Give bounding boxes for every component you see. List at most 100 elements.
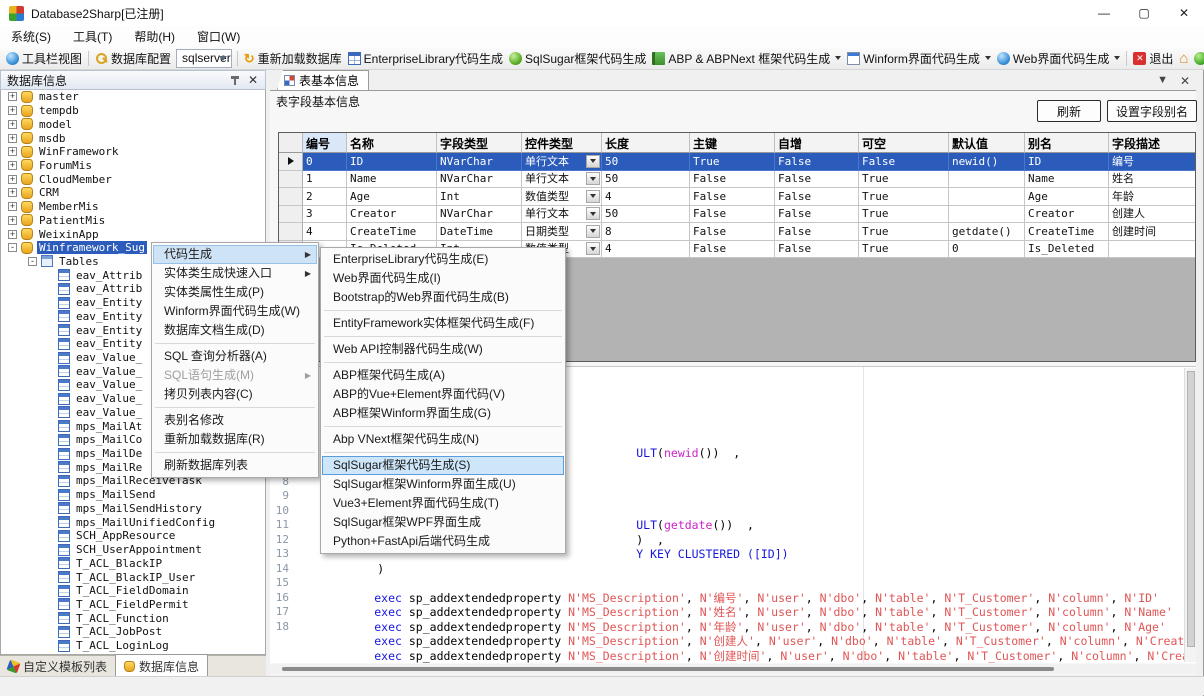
- cell-nullable[interactable]: True: [859, 188, 949, 206]
- submenu-item[interactable]: [324, 336, 562, 337]
- cell-number[interactable]: 2: [303, 188, 347, 206]
- cell-description[interactable]: 编号: [1109, 153, 1196, 171]
- grid-column-header[interactable]: 字段描述: [1109, 133, 1196, 153]
- cell-number[interactable]: 0: [303, 153, 347, 171]
- cell-dropdown-button[interactable]: [586, 207, 600, 220]
- grid-column-header[interactable]: 编号: [303, 133, 347, 153]
- tree-item[interactable]: + WeixinApp: [1, 227, 265, 241]
- row-indicator[interactable]: [279, 153, 303, 171]
- cell-alias[interactable]: Is_Deleted: [1025, 241, 1109, 259]
- cell-primary-key[interactable]: True: [690, 153, 775, 171]
- cell-description[interactable]: 创建人: [1109, 206, 1196, 224]
- cell-alias[interactable]: Name: [1025, 171, 1109, 189]
- set-field-alias-button[interactable]: 设置字段别名: [1107, 100, 1197, 122]
- cell-control-type[interactable]: 数值类型: [522, 188, 602, 206]
- cell-field-type[interactable]: NVarChar: [437, 171, 522, 189]
- submenu-item[interactable]: ABP的Vue+Element界面代码(V): [322, 385, 564, 404]
- cell-identity[interactable]: False: [775, 188, 859, 206]
- submenu-item[interactable]: Bootstrap的Web界面代码生成(B): [322, 288, 564, 307]
- row-indicator[interactable]: [279, 206, 303, 224]
- tree-item[interactable]: + CloudMember: [1, 172, 265, 186]
- tree-item[interactable]: T_ACL_BlackIP_User: [1, 570, 265, 584]
- tree-item[interactable]: SCH_AppResource: [1, 529, 265, 543]
- cell-length[interactable]: 4: [602, 241, 690, 259]
- context-menu-item[interactable]: 重新加载数据库(R): [153, 430, 317, 449]
- pin-icon[interactable]: [230, 75, 240, 87]
- cell-description[interactable]: 年龄: [1109, 188, 1196, 206]
- cell-dropdown-button[interactable]: [586, 190, 600, 203]
- cell-identity[interactable]: False: [775, 206, 859, 224]
- panel-close-icon[interactable]: ✕: [248, 73, 258, 87]
- grid-column-header[interactable]: 名称: [347, 133, 437, 153]
- submenu-item[interactable]: Vue3+Element界面代码生成(T): [322, 494, 564, 513]
- tree-expander[interactable]: +: [8, 216, 17, 225]
- feed-button[interactable]: [1191, 50, 1204, 67]
- cell-length[interactable]: 50: [602, 153, 690, 171]
- table-row[interactable]: 1 Name NVarChar 单行文本 50 False False True…: [279, 171, 1195, 189]
- submenu-item[interactable]: Python+FastApi后端代码生成: [322, 532, 564, 551]
- tree-expander[interactable]: +: [8, 120, 17, 129]
- cell-name[interactable]: Name: [347, 171, 437, 189]
- cell-primary-key[interactable]: False: [690, 206, 775, 224]
- cell-name[interactable]: CreateTime: [347, 223, 437, 241]
- row-indicator[interactable]: [279, 188, 303, 206]
- cell-description[interactable]: 姓名: [1109, 171, 1196, 189]
- table-row[interactable]: 0 ID NVarChar 单行文本 50 True False False n…: [279, 153, 1195, 171]
- submenu-item[interactable]: [324, 362, 562, 363]
- tree-expander[interactable]: +: [8, 188, 17, 197]
- tree-item[interactable]: + WinFramework: [1, 145, 265, 159]
- cell-field-type[interactable]: DateTime: [437, 223, 522, 241]
- menu-bar-item[interactable]: 帮助(H): [123, 26, 186, 47]
- cell-primary-key[interactable]: False: [690, 188, 775, 206]
- grid-column-header[interactable]: 自增: [775, 133, 859, 153]
- submenu-item[interactable]: EnterpriseLibrary代码生成(E): [322, 250, 564, 269]
- abp-gen-button[interactable]: ABP & ABPNext 框架代码生成: [649, 48, 844, 69]
- cell-dropdown-button[interactable]: [586, 225, 600, 238]
- submenu-item[interactable]: SqlSugar框架WPF界面生成: [322, 513, 564, 532]
- tree-expander[interactable]: -: [28, 257, 37, 266]
- tree-item[interactable]: T_ACL_JobPost: [1, 625, 265, 639]
- tree-item[interactable]: + msdb: [1, 131, 265, 145]
- cell-primary-key[interactable]: False: [690, 241, 775, 259]
- cell-alias[interactable]: Creator: [1025, 206, 1109, 224]
- editor-vertical-scrollbar[interactable]: [1184, 368, 1196, 662]
- cell-dropdown-button[interactable]: [586, 155, 600, 168]
- submenu-item[interactable]: SqlSugar框架代码生成(S): [322, 456, 564, 475]
- tree-expander[interactable]: +: [8, 161, 17, 170]
- submenu-item[interactable]: EntityFramework实体框架代码生成(F): [322, 314, 564, 333]
- context-menu-item[interactable]: 实体类生成快速入口 ▶: [153, 264, 317, 283]
- cell-nullable[interactable]: True: [859, 241, 949, 259]
- context-menu-item[interactable]: [155, 343, 315, 344]
- context-menu-item[interactable]: 实体类属性生成(P): [153, 283, 317, 302]
- tree-item[interactable]: T_ACL_LoginLog: [1, 639, 265, 653]
- tree-item[interactable]: + ForumMis: [1, 159, 265, 173]
- reload-db-button[interactable]: ↻ 重新加载数据库: [241, 48, 345, 69]
- context-menu-item[interactable]: [155, 407, 315, 408]
- cell-nullable[interactable]: True: [859, 171, 949, 189]
- cell-name[interactable]: Creator: [347, 206, 437, 224]
- cell-dropdown-button[interactable]: [586, 242, 600, 255]
- context-menu-item[interactable]: 刷新数据库列表: [153, 456, 317, 475]
- row-indicator[interactable]: [279, 171, 303, 189]
- tree-item[interactable]: T_ACL_FieldDomain: [1, 584, 265, 598]
- tab-custom-templates[interactable]: 自定义模板列表: [0, 656, 115, 677]
- tab-database-info[interactable]: 数据库信息: [115, 654, 208, 677]
- tree-item[interactable]: + master: [1, 90, 265, 104]
- cell-identity[interactable]: False: [775, 153, 859, 171]
- cell-nullable[interactable]: True: [859, 206, 949, 224]
- cell-length[interactable]: 4: [602, 188, 690, 206]
- table-row[interactable]: 2 Age Int 数值类型 4 False False True Age 年龄: [279, 188, 1195, 206]
- cell-default[interactable]: 0: [949, 241, 1025, 259]
- grid-column-header[interactable]: 别名: [1025, 133, 1109, 153]
- toolbar-view-button[interactable]: 工具栏视图: [3, 48, 85, 69]
- cell-field-type[interactable]: Int: [437, 188, 522, 206]
- tab-list-icon[interactable]: ▼: [1157, 74, 1168, 86]
- cell-alias[interactable]: CreateTime: [1025, 223, 1109, 241]
- tree-item[interactable]: mps_MailUnifiedConfig: [1, 515, 265, 529]
- cell-primary-key[interactable]: False: [690, 171, 775, 189]
- cell-default[interactable]: [949, 206, 1025, 224]
- cell-alias[interactable]: ID: [1025, 153, 1109, 171]
- cell-name[interactable]: Age: [347, 188, 437, 206]
- submenu-item[interactable]: Web界面代码生成(I): [322, 269, 564, 288]
- cell-default[interactable]: [949, 188, 1025, 206]
